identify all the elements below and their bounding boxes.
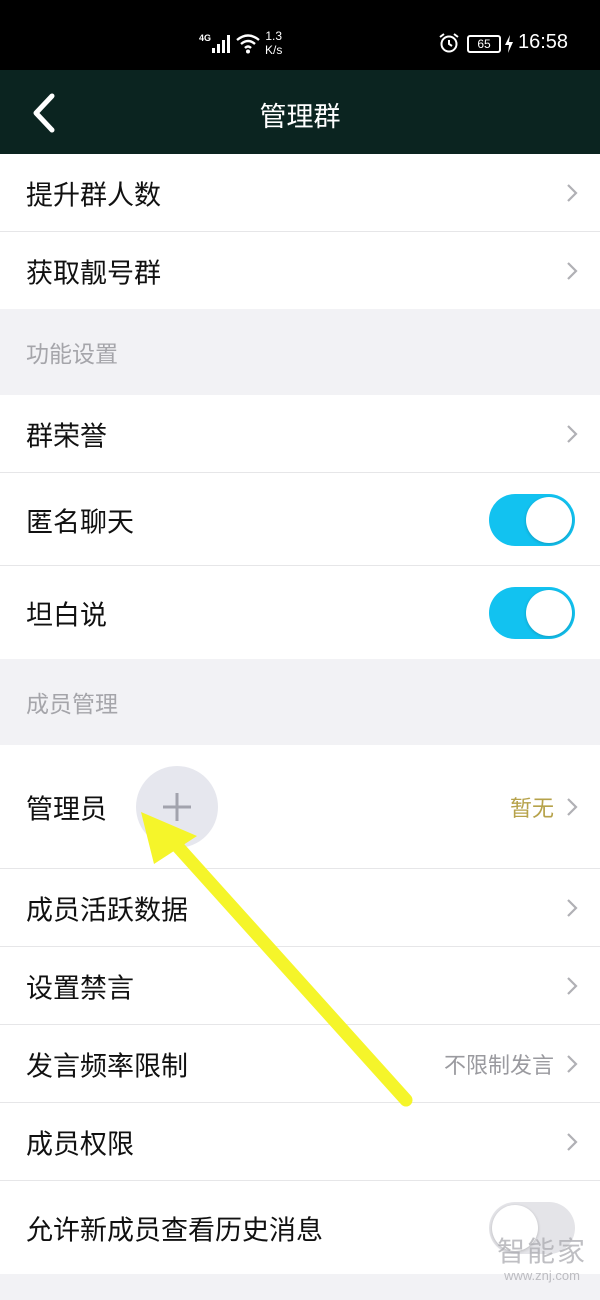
list-item-label: 坦白说 [26,600,107,631]
list-item-label: 成员活跃数据 [26,895,188,927]
section-title: 功能设置 [26,342,118,368]
signal-icon [212,35,230,53]
chevron-right-icon [567,1055,578,1073]
list-item-member-activity[interactable]: 成员活跃数据 [0,869,600,947]
list-item-label: 允许新成员查看历史消息 [26,1215,323,1246]
chevron-right-icon [567,977,578,995]
chevron-right-icon [567,425,578,443]
alarm-icon [439,33,459,53]
list-item-label: 成员权限 [26,1129,134,1161]
rate-limit-value: 不限制发言 [443,1054,554,1079]
toggle-knob [526,496,572,543]
list-item-label: 设置禁言 [26,973,134,1005]
list-item-confession: 坦白说 [0,566,600,659]
page-title: 管理群 [259,102,341,133]
navigation-bar: 管理群 [0,70,600,154]
toggle-knob [526,589,572,636]
list-item-administrators[interactable]: 管理员 暂无 [0,745,600,869]
list-item-label: 获取靓号群 [26,258,161,289]
status-bar: 4G 1.3 K/s 65 16:58 [0,0,600,70]
watermark-name: 智能家 [496,1235,587,1268]
list-item-label: 群荣誉 [26,421,107,453]
section-title: 成员管理 [26,692,118,718]
list-item-raise-member-limit[interactable]: 提升群人数 [0,154,600,232]
chevron-right-icon [567,261,578,280]
battery-level: 65 [467,35,501,53]
list-item-get-vanity-group[interactable]: 获取靓号群 [0,232,600,309]
list-item-group-honor[interactable]: 群荣誉 [0,395,600,473]
watermark: 智能家 www.znj.com [488,1236,596,1284]
chevron-right-icon [567,184,578,202]
list-item-message-rate-limit[interactable]: 发言频率限制 不限制发言 [0,1025,600,1103]
section-header-function-settings: 功能设置 [0,309,600,395]
list-item-label: 管理员 [26,794,107,826]
list-item-anonymous-chat: 匿名聊天 [0,473,600,566]
network-speed: 1.3 K/s [265,29,283,57]
add-admin-button[interactable] [136,766,218,848]
wifi-icon [236,34,260,54]
list-item-set-mute[interactable]: 设置禁言 [0,947,600,1025]
clock: 16:58 [518,31,569,53]
chevron-right-icon [567,1133,578,1151]
anonymous-chat-toggle[interactable] [489,493,575,546]
list-item-label: 发言频率限制 [26,1051,188,1083]
chevron-right-icon [567,899,578,917]
charging-icon [505,35,513,53]
list-item-label: 提升群人数 [26,180,161,212]
list-item-label: 匿名聊天 [26,507,134,538]
plus-icon [163,793,191,821]
list-item-member-permissions[interactable]: 成员权限 [0,1103,600,1181]
watermark-url: www.znj.com [504,1268,580,1283]
admin-status-value: 暂无 [509,797,554,822]
chevron-right-icon [567,798,578,816]
section-header-member-management: 成员管理 [0,659,600,745]
confession-toggle[interactable] [489,586,575,639]
